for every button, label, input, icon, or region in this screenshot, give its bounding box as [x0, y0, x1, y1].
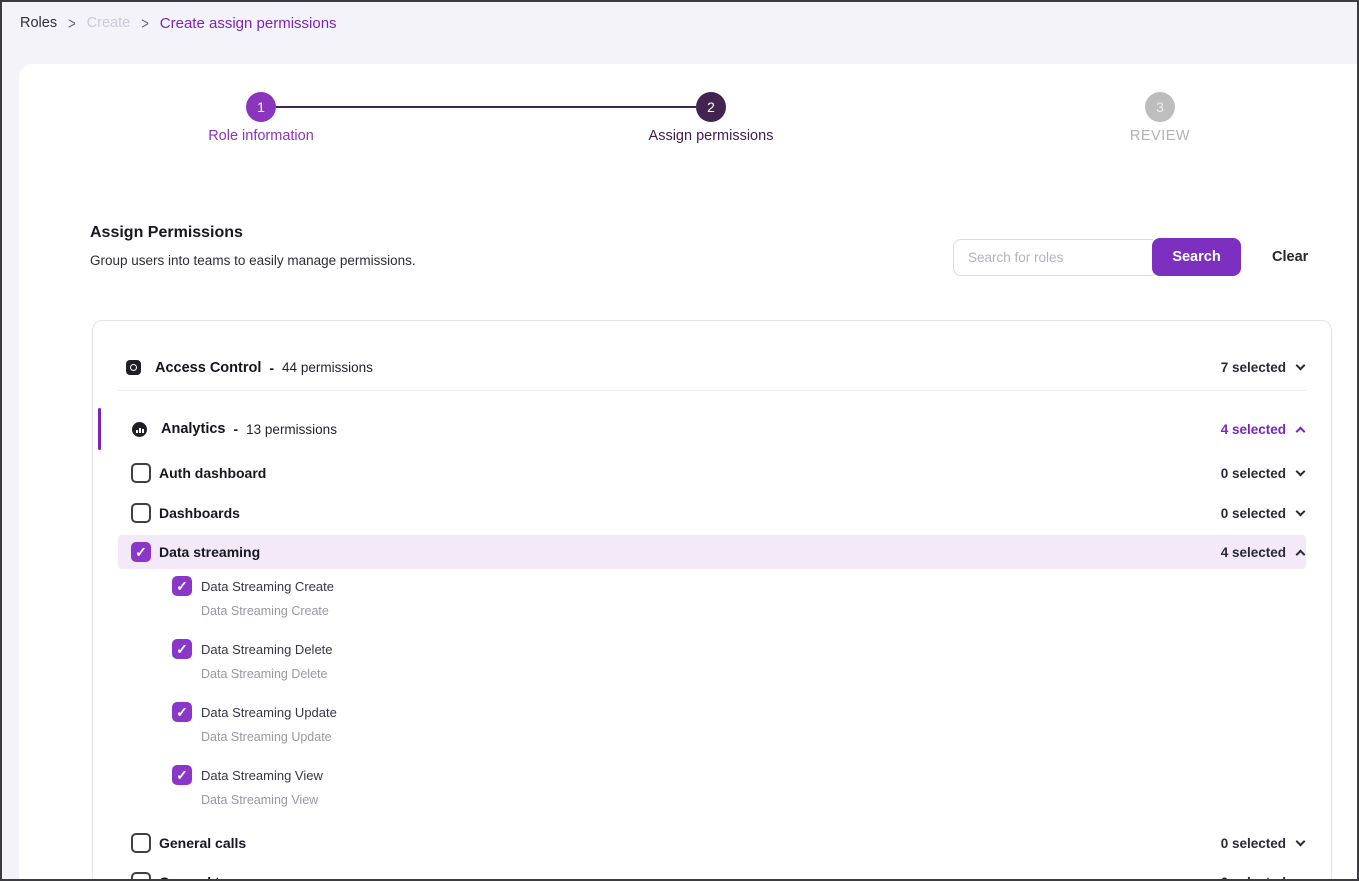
section-count: 44 permissions	[282, 360, 373, 375]
permission-row[interactable]: ✓ Data Streaming Create	[118, 575, 1306, 597]
section-access-control[interactable]: Access Control - 44 permissions 7 select…	[118, 345, 1306, 390]
check-icon: ✓	[176, 704, 188, 721]
permission-description: Data Streaming View	[118, 793, 1306, 809]
search-button[interactable]: Search	[1152, 238, 1241, 276]
check-icon: ✓	[135, 544, 147, 561]
group-selected-toggle[interactable]: 0 selected	[1221, 506, 1306, 521]
section-selected-toggle[interactable]: 4 selected	[1221, 422, 1306, 437]
checkbox-checked[interactable]: ✓	[172, 639, 192, 659]
group-label: Data streaming	[159, 544, 260, 560]
permission-label: Data Streaming View	[201, 768, 323, 783]
group-row-dashboards[interactable]: Dashboards 0 selected	[118, 497, 1306, 529]
group-row-general-traces[interactable]: General traces 0 selected	[118, 866, 1306, 879]
permission-item: ✓ Data Streaming Update Data Streaming U…	[118, 701, 1306, 746]
permissions-card: Access Control - 44 permissions 7 select…	[92, 320, 1332, 879]
selected-count: 0 selected	[1221, 506, 1286, 521]
checkbox-unchecked[interactable]	[131, 833, 151, 853]
group-row-auth-dashboard[interactable]: Auth dashboard 0 selected	[118, 457, 1306, 489]
main-panel: 1 2 3 Role information Assign permission…	[19, 64, 1357, 879]
permission-description: Data Streaming Update	[118, 730, 1306, 746]
breadcrumb-roles[interactable]: Roles	[20, 15, 57, 31]
selected-count: 7 selected	[1221, 360, 1286, 375]
group-label: Auth dashboard	[159, 465, 266, 481]
group-label: General calls	[159, 835, 246, 851]
breadcrumb: Roles > Create > Create assign permissio…	[2, 2, 1357, 44]
divider	[118, 390, 1306, 391]
chevron-down-icon[interactable]	[1296, 361, 1306, 371]
selected-count: 0 selected	[1221, 875, 1286, 880]
step-3-circle: 3	[1145, 92, 1175, 122]
step-1-label: Role information	[151, 128, 371, 144]
checkbox-checked[interactable]: ✓	[172, 702, 192, 722]
section-name: Access Control	[155, 360, 261, 376]
search-group: Search Clear	[953, 238, 1308, 276]
group-row-general-calls[interactable]: General calls 0 selected	[118, 827, 1306, 859]
checkbox-unchecked[interactable]	[131, 872, 151, 879]
section-analytics[interactable]: Analytics - 13 permissions 4 selected	[118, 408, 1306, 450]
page-title: Assign Permissions	[90, 224, 416, 242]
group-label: General traces	[159, 874, 256, 879]
page-subtitle: Group users into teams to easily manage …	[90, 253, 416, 268]
section-separator: -	[233, 421, 238, 437]
permission-description: Data Streaming Delete	[118, 667, 1306, 683]
chevron-up-icon[interactable]	[1296, 426, 1306, 436]
step-1-circle[interactable]: 1	[246, 92, 276, 122]
section-count: 13 permissions	[246, 422, 337, 437]
group-row-data-streaming[interactable]: ✓ Data streaming 4 selected	[118, 535, 1306, 569]
search-input[interactable]	[953, 239, 1159, 276]
section-separator: -	[269, 360, 274, 376]
selected-count: 0 selected	[1221, 466, 1286, 481]
group-selected-toggle[interactable]: 0 selected	[1221, 466, 1306, 481]
section-selected-toggle[interactable]: 7 selected	[1221, 360, 1306, 375]
group-selected-toggle[interactable]: 4 selected	[1221, 545, 1306, 560]
chevron-right-icon: >	[68, 14, 76, 33]
checkbox-checked[interactable]: ✓	[131, 542, 151, 562]
check-icon: ✓	[176, 767, 188, 784]
group-label: Dashboards	[159, 505, 240, 521]
checkbox-checked[interactable]: ✓	[172, 576, 192, 596]
chevron-down-icon[interactable]	[1296, 875, 1306, 879]
analytics-icon	[132, 422, 147, 437]
permission-item: ✓ Data Streaming Delete Data Streaming D…	[118, 638, 1306, 683]
checkbox-checked[interactable]: ✓	[172, 765, 192, 785]
chevron-down-icon[interactable]	[1296, 466, 1306, 476]
checkbox-unchecked[interactable]	[131, 503, 151, 523]
selected-count: 4 selected	[1221, 422, 1286, 437]
access-control-icon	[126, 360, 141, 375]
permission-label: Data Streaming Create	[201, 579, 334, 594]
check-icon: ✓	[176, 578, 188, 595]
chevron-right-icon: >	[141, 14, 149, 33]
permission-row[interactable]: ✓ Data Streaming View	[118, 764, 1306, 786]
chevron-down-icon[interactable]	[1296, 506, 1306, 516]
chevron-down-icon[interactable]	[1296, 836, 1306, 846]
breadcrumb-create-assign-permissions[interactable]: Create assign permissions	[160, 15, 337, 32]
selected-count: 0 selected	[1221, 836, 1286, 851]
page-header: Assign Permissions Group users into team…	[90, 224, 416, 268]
section-name: Analytics	[161, 421, 225, 437]
permission-row[interactable]: ✓ Data Streaming Delete	[118, 638, 1306, 660]
step-2-label: Assign permissions	[601, 128, 821, 144]
permission-item: ✓ Data Streaming Create Data Streaming C…	[118, 575, 1306, 620]
checkbox-unchecked[interactable]	[131, 463, 151, 483]
step-3-label: REVIEW	[1050, 128, 1270, 144]
permission-label: Data Streaming Update	[201, 705, 337, 720]
check-icon: ✓	[176, 641, 188, 658]
permission-item: ✓ Data Streaming View Data Streaming Vie…	[118, 764, 1306, 809]
permission-description: Data Streaming Create	[118, 604, 1306, 620]
data-streaming-children: ✓ Data Streaming Create Data Streaming C…	[118, 575, 1306, 809]
permission-row[interactable]: ✓ Data Streaming Update	[118, 701, 1306, 723]
stepper-connector	[276, 106, 696, 108]
chevron-up-icon[interactable]	[1296, 549, 1306, 559]
breadcrumb-create: Create	[87, 15, 131, 31]
permission-label: Data Streaming Delete	[201, 642, 333, 657]
active-section-bar	[98, 408, 101, 450]
step-2-circle[interactable]: 2	[696, 92, 726, 122]
group-selected-toggle[interactable]: 0 selected	[1221, 875, 1306, 880]
selected-count: 4 selected	[1221, 545, 1286, 560]
clear-button[interactable]: Clear	[1272, 249, 1308, 265]
group-selected-toggle[interactable]: 0 selected	[1221, 836, 1306, 851]
